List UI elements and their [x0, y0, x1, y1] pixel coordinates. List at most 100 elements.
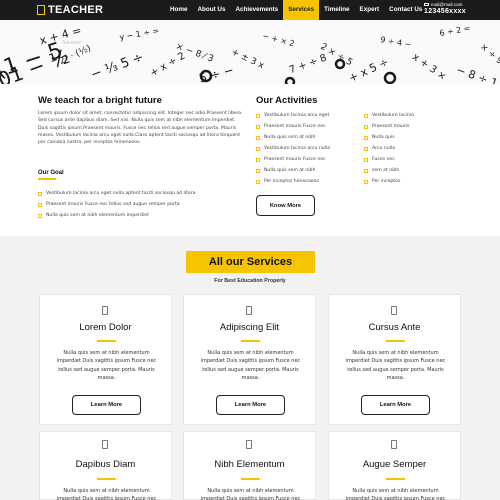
nav-services[interactable]: Services [283, 0, 320, 20]
card-text: Nulla quis sem at nibh elementum imperdi… [345, 350, 446, 381]
list-item-text: Per inceptos himenaeos [264, 179, 319, 184]
check-icon [256, 157, 260, 162]
site-logo[interactable]: TEACHER [37, 0, 103, 20]
service-card: Cursus Ante Nulla quis sem at nibh eleme… [328, 294, 461, 425]
activities-list-col1: Vestibulum lacinia arcu eget Praesent ma… [256, 110, 330, 187]
check-icon [364, 113, 368, 118]
contact-phone[interactable]: 123456xxxx [424, 8, 466, 15]
mobile-icon [391, 440, 397, 449]
list-item: Vestibulum lacinia arcu nulla [256, 143, 330, 154]
svg-text:× ÷ 9: × ÷ 9 [478, 42, 500, 67]
list-item-text: Vestibulum lacinia arcu eget [264, 113, 330, 118]
learn-more-button[interactable]: Learn More [216, 395, 285, 415]
card-underline [241, 478, 260, 480]
learn-more-button[interactable]: Learn More [361, 395, 430, 415]
list-item: Vestibulum lacinia arcu eget nulla apten… [38, 188, 195, 199]
check-icon [364, 168, 368, 173]
logo-icon [37, 5, 45, 15]
goal-heading: Our Goal [38, 170, 64, 180]
list-item-text: Nulla quis sem at nibh elementum imperdi… [46, 213, 149, 218]
list-item-text: Arcu nulla [372, 146, 396, 151]
goal-underline [38, 178, 56, 180]
card-text: Nulla quis sem at nibh elementum imperdi… [56, 350, 157, 381]
card-title: Nibh Elementum [214, 459, 285, 470]
card-title: Adipiscing Elit [219, 322, 280, 333]
list-item: Praesent mauris Fusce nec tellus sed aug… [38, 199, 195, 210]
list-item-text: Vestibulum lacinia [372, 113, 414, 118]
card-underline [386, 340, 405, 342]
card-text: Nulla quis sem at nibh elementum imperdi… [56, 488, 157, 500]
svg-text:y − 1 ÷ =: y − 1 ÷ = [119, 26, 160, 42]
list-item: Per inceptos himenaeos [256, 176, 330, 187]
list-item: Praesent mauris Fusce nec [256, 121, 330, 132]
goal-title: Our Goal [38, 170, 64, 176]
service-card: Dapibus Diam Nulla quis sem at nibh elem… [39, 431, 172, 500]
contact-email[interactable]: mail@mail.com [424, 2, 466, 7]
card-text: Nulla quis sem at nibh elementum imperdi… [200, 350, 301, 381]
check-icon [364, 179, 368, 184]
nav-home[interactable]: Home [165, 0, 193, 20]
svg-text:9 ÷ 4 −: 9 ÷ 4 − [380, 35, 412, 49]
know-more-button[interactable]: Know More [256, 195, 315, 216]
list-item-text: Praesent mauris [372, 124, 410, 129]
list-item: sem at nibh [364, 165, 414, 176]
hero-overlay-text: Success [62, 40, 81, 46]
list-item-text: Vestibulum lacinia arcu eget nulla apten… [46, 191, 196, 196]
contact-email-text: mail@mail.com [431, 2, 463, 7]
card-text: Nulla quis sem at nibh elementum imperdi… [200, 488, 301, 500]
list-item: Vestibulum lacinia [364, 110, 414, 121]
svg-text:+ x ÷ 2: + x ÷ 2 [148, 51, 187, 80]
list-item-text: Praesent mauris Fusce nec [264, 157, 326, 162]
list-item-text: Fusce nec [372, 157, 395, 162]
check-icon [256, 146, 260, 151]
list-item: Praesent mauris [364, 121, 414, 132]
svg-text:6 ÷ 2 =: 6 ÷ 2 = [439, 24, 471, 38]
header-contact: mail@mail.com 123456xxxx [424, 2, 466, 15]
service-card: Lorem Dolor Nulla quis sem at nibh eleme… [39, 294, 172, 425]
services-banner: All our Services [186, 251, 315, 273]
svg-text:x + 3 ×: x + 3 × [410, 52, 448, 83]
nav-timeline[interactable]: Timeline [319, 0, 354, 20]
check-icon [38, 191, 42, 196]
card-title: Augue Semper [362, 459, 427, 470]
svg-text:− ⅓ 5 ÷: − ⅓ 5 ÷ [89, 50, 146, 83]
service-card: Nibh Elementum Nulla quis sem at nibh el… [183, 431, 316, 500]
nav-contact-us[interactable]: Contact Us [384, 0, 427, 20]
card-text: Nulla quis sem at nibh elementum imperdi… [345, 488, 446, 500]
list-item: Fusce nec [364, 154, 414, 165]
card-underline [97, 478, 116, 480]
learn-more-button[interactable]: Learn More [72, 395, 141, 415]
check-icon [38, 202, 42, 207]
check-icon [364, 146, 368, 151]
list-item-text: Nulla quis sem at nibh [264, 168, 316, 173]
list-item: Nulla quis sem at nibh [256, 165, 330, 176]
card-title: Dapibus Diam [75, 459, 136, 470]
nav-achievements[interactable]: Achievements [230, 0, 283, 20]
math-symbols-background: (1 − 5 01 − ½ x + 4 = 2³ · (½) − ⅓ 5 ÷ y… [0, 24, 500, 84]
check-icon [256, 124, 260, 129]
intro-paragraph: Lorem ipsum dolor sit amet, consectetur … [38, 111, 243, 146]
svg-text:7 + ÷ 8: 7 + ÷ 8 [288, 53, 328, 77]
card-underline [386, 478, 405, 480]
envelope-icon [424, 2, 429, 7]
nav-expert[interactable]: Expert [355, 0, 385, 20]
list-item-text: Nulla quis [372, 135, 395, 140]
list-item: Per inceptos [364, 176, 414, 187]
list-item: Nulla quis sem at nibh elementum imperdi… [38, 210, 195, 221]
nav-about-us[interactable]: About Us [193, 0, 231, 20]
svg-text:− 8 ÷ 1: − 8 ÷ 1 [455, 63, 500, 84]
list-item-text: Praesent mauris Fusce nec tellus sed aug… [46, 202, 180, 207]
logo-text: TEACHER [48, 4, 104, 16]
check-icon [256, 179, 260, 184]
check-icon [256, 135, 260, 140]
mobile-icon [102, 440, 108, 449]
main-nav: Home About Us Achievements Services Time… [165, 0, 427, 20]
services-subtitle: For Best Education Properly [214, 278, 286, 284]
svg-text:+ ± 3 x: + ± 3 x [230, 47, 266, 71]
card-title: Cursus Ante [368, 322, 421, 333]
check-icon [256, 113, 260, 118]
mobile-icon [246, 306, 252, 315]
list-item: Arcu nulla [364, 143, 414, 154]
list-item-text: Nulla quis sem at nibh [264, 135, 316, 140]
mobile-icon [391, 306, 397, 315]
